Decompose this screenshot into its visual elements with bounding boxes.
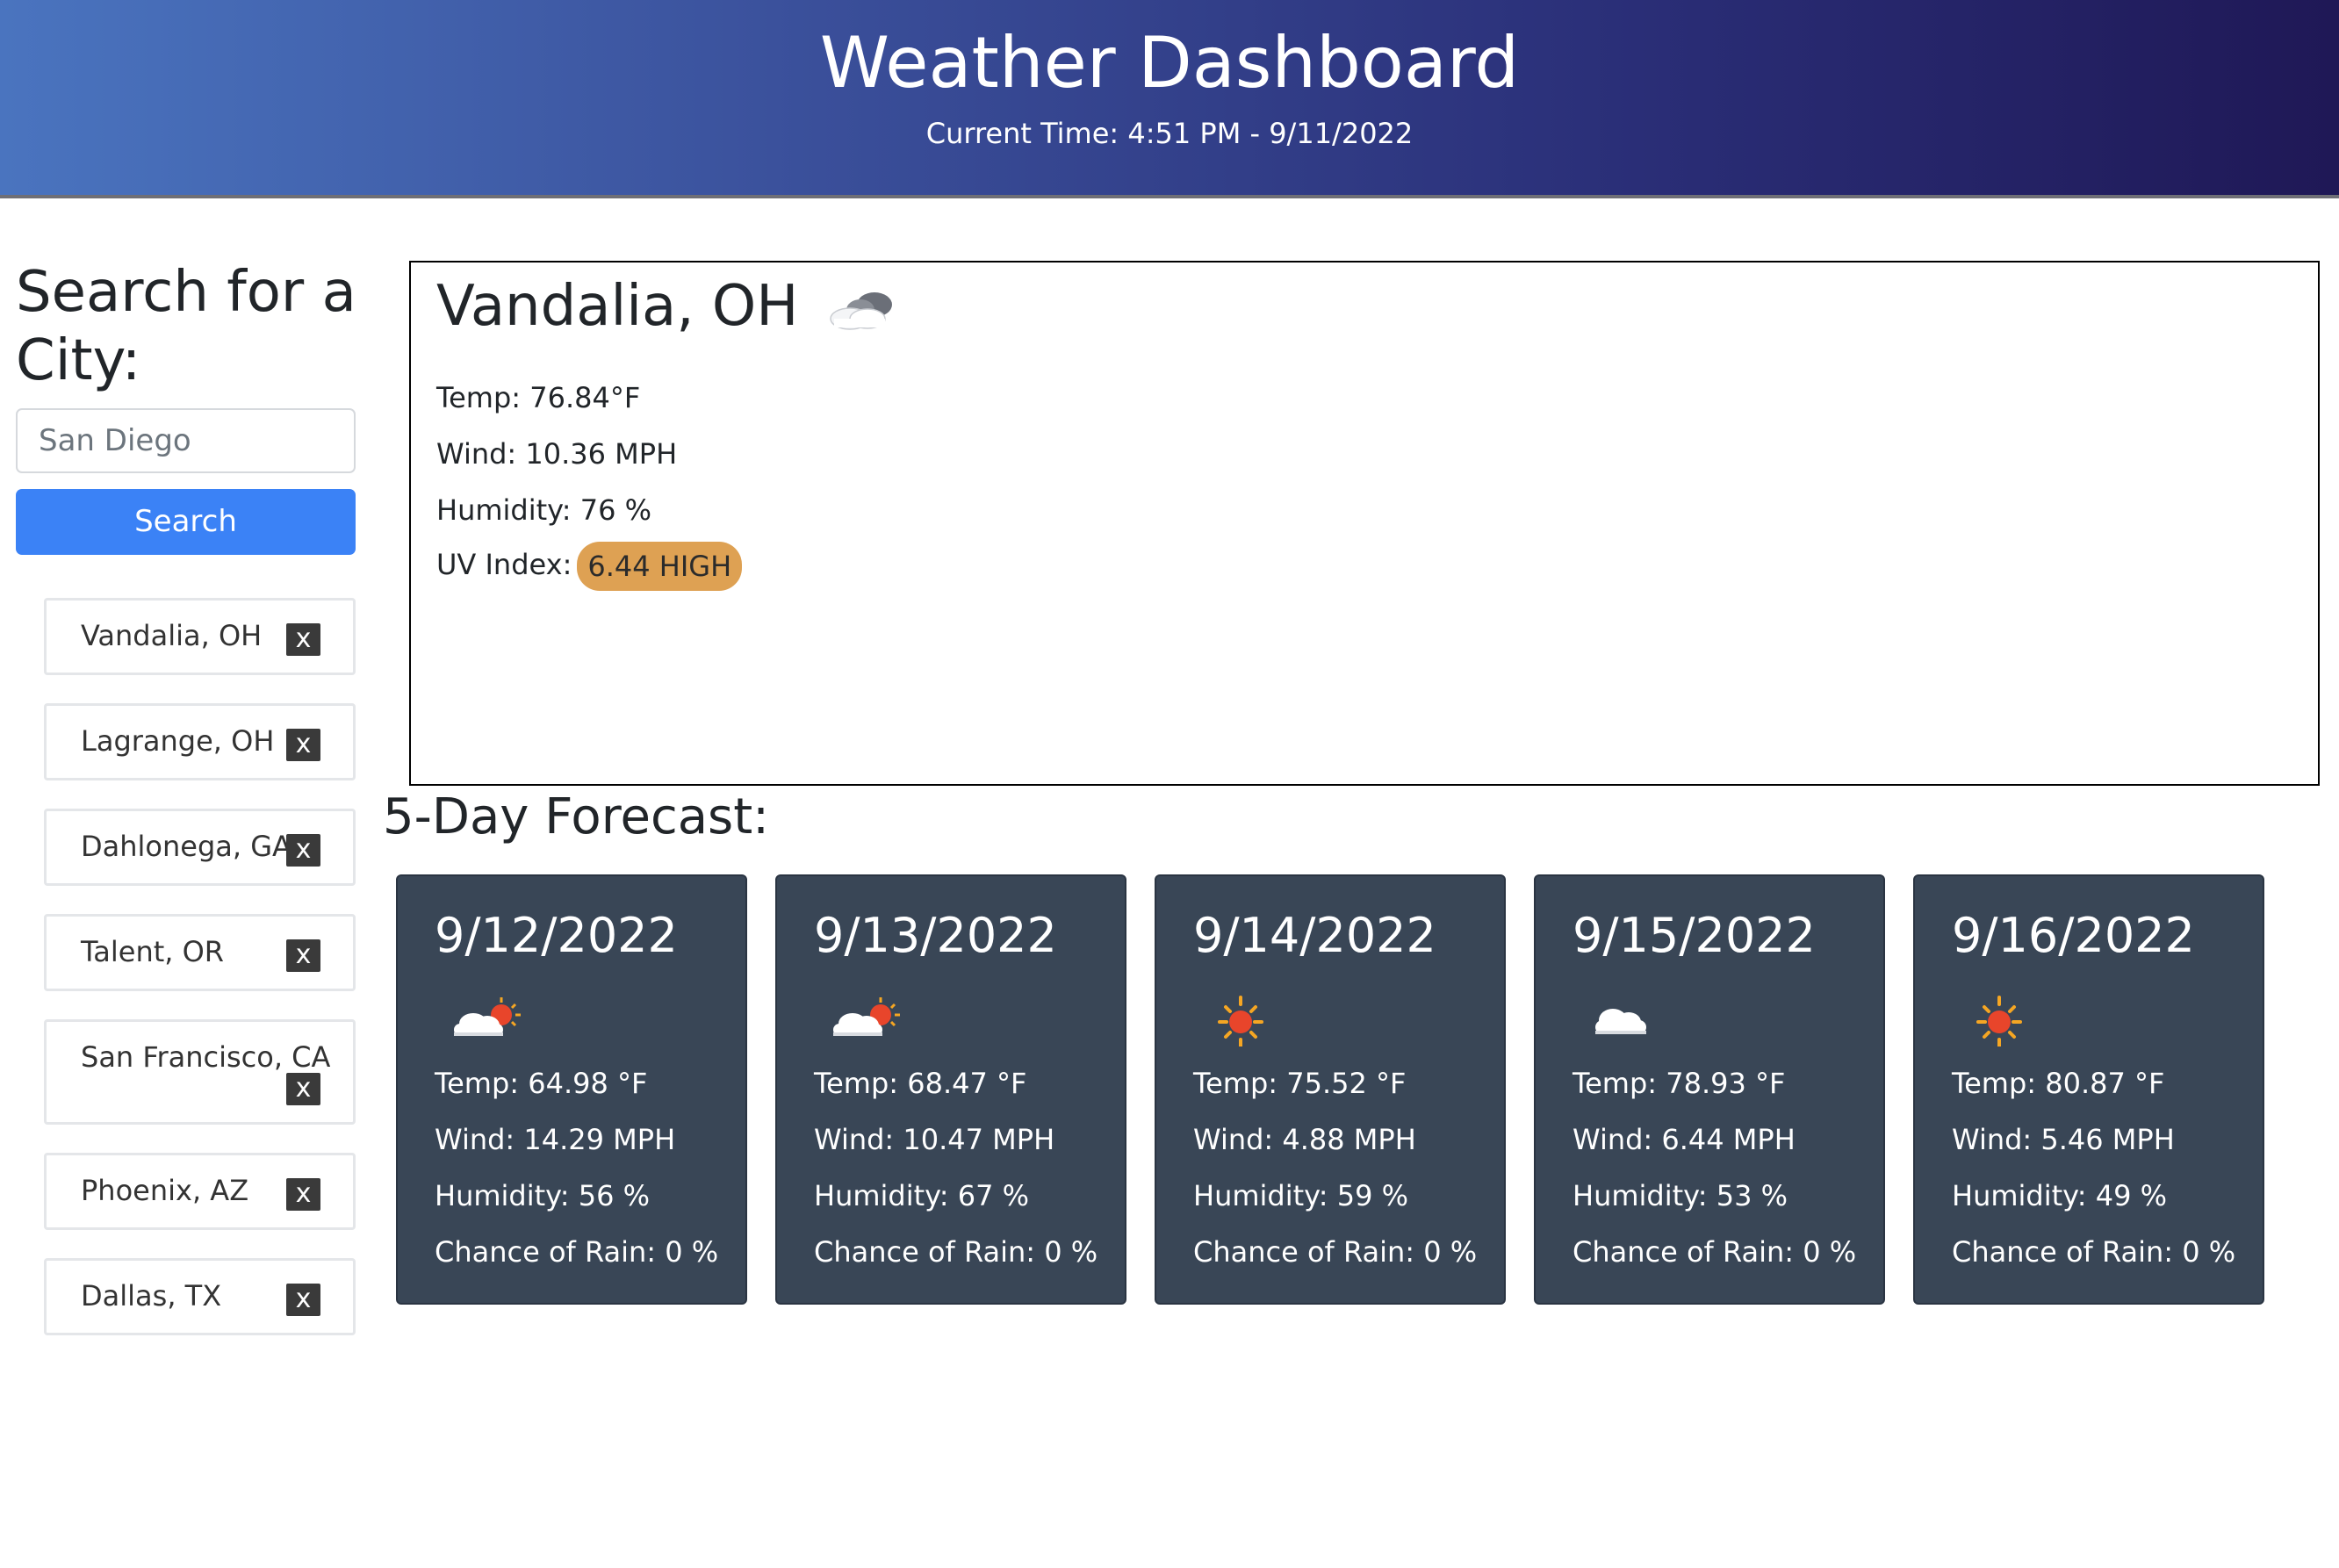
current-weather-card: Vandalia, OH Temp: 76.84°F Wind: 10.36 M…: [409, 261, 2320, 786]
current-time: Current Time: 4:51 PM - 9/11/2022: [925, 117, 1414, 150]
remove-history-button[interactable]: x: [286, 1284, 320, 1316]
forecast-rain: Chance of Rain: 0 %: [435, 1235, 719, 1269]
forecast-temp: Temp: 80.87 °F: [1952, 1067, 2165, 1100]
forecast-wind: Wind: 4.88 MPH: [1193, 1123, 1416, 1156]
history-item-label: Phoenix, AZ: [81, 1174, 249, 1207]
remove-history-button[interactable]: x: [286, 834, 320, 867]
forecast-card: 9/14/2022 Temp: 75.52 °F Wind: 4.88 MPH …: [1155, 874, 1506, 1305]
current-humidity: Humidity: 76 %: [436, 493, 652, 527]
forecast-card: 9/12/2022 Temp: 64.98 °F Wind: 14.29 MPH…: [396, 874, 747, 1305]
forecast-card: 9/15/2022 Temp: 78.93 °F Wind: 6.44 MPH …: [1534, 874, 1885, 1305]
current-temp: Temp: 76.84°F: [436, 381, 641, 414]
history-item-label: Dallas, TX: [81, 1279, 222, 1313]
history-item-san-francisco[interactable]: San Francisco, CA x: [44, 1019, 356, 1125]
history-item-talent[interactable]: Talent, OR x: [44, 914, 356, 991]
partly-cloudy-icon: [826, 994, 914, 1047]
forecast-heading: 5-Day Forecast:: [383, 788, 770, 845]
remove-history-button[interactable]: x: [286, 1178, 320, 1211]
forecast-date: 9/14/2022: [1193, 908, 1436, 963]
forecast-rain: Chance of Rain: 0 %: [1193, 1235, 1478, 1269]
forecast-temp: Temp: 75.52 °F: [1193, 1067, 1407, 1100]
uv-index-badge: 6.44 HIGH: [577, 542, 743, 591]
forecast-humidity: Humidity: 53 %: [1573, 1179, 1788, 1212]
forecast-humidity: Humidity: 49 %: [1952, 1179, 2168, 1212]
current-uv: UV Index: 6.44 HIGH: [436, 542, 743, 591]
forecast-wind: Wind: 10.47 MPH: [814, 1123, 1055, 1156]
current-city-heading: Vandalia, OH: [436, 271, 903, 342]
forecast-date: 9/12/2022: [435, 908, 678, 963]
current-city-name: Vandalia, OH: [436, 274, 799, 339]
history-item-label: Vandalia, OH: [81, 619, 263, 652]
forecast-date: 9/13/2022: [814, 908, 1057, 963]
history-item-lagrange[interactable]: Lagrange, OH x: [44, 703, 356, 780]
history-item-phoenix[interactable]: Phoenix, AZ x: [44, 1153, 356, 1230]
forecast-humidity: Humidity: 56 %: [435, 1179, 651, 1212]
remove-history-button[interactable]: x: [286, 623, 320, 656]
page-title: Weather Dashboard: [819, 22, 1520, 104]
remove-history-button[interactable]: x: [286, 939, 320, 972]
history-item-dallas[interactable]: Dallas, TX x: [44, 1258, 356, 1335]
forecast-wind: Wind: 5.46 MPH: [1952, 1123, 2175, 1156]
history-item-label: San Francisco, CA: [81, 1040, 331, 1074]
forecast-rain: Chance of Rain: 0 %: [1952, 1235, 2236, 1269]
forecast-temp: Temp: 78.93 °F: [1573, 1067, 1786, 1100]
forecast-card: 9/16/2022 Temp: 80.87 °F Wind: 5.46 MPH …: [1913, 874, 2264, 1305]
cloud-icon: [1585, 994, 1673, 1047]
remove-history-button[interactable]: x: [286, 1073, 320, 1105]
history-item-dahlonega[interactable]: Dahlonega, GA x: [44, 809, 356, 886]
forecast-humidity: Humidity: 67 %: [814, 1179, 1030, 1212]
uv-label: UV Index:: [436, 548, 572, 581]
forecast-wind: Wind: 14.29 MPH: [435, 1123, 676, 1156]
forecast-humidity: Humidity: 59 %: [1193, 1179, 1409, 1212]
partly-cloudy-icon: [447, 994, 535, 1047]
forecast-date: 9/16/2022: [1952, 908, 2195, 963]
search-button[interactable]: Search: [16, 489, 356, 555]
cloudy-icon: [824, 283, 903, 335]
history-item-label: Talent, OR: [81, 935, 225, 968]
forecast-wind: Wind: 6.44 MPH: [1573, 1123, 1796, 1156]
forecast-rain: Chance of Rain: 0 %: [1573, 1235, 1857, 1269]
forecast-rain: Chance of Rain: 0 %: [814, 1235, 1098, 1269]
sun-icon: [1205, 994, 1293, 1048]
search-heading: Search for a City:: [16, 260, 356, 393]
history-item-label: Dahlonega, GA: [81, 830, 291, 863]
history-item-vandalia[interactable]: Vandalia, OH x: [44, 598, 356, 675]
forecast-row: 9/12/2022 Temp: 64.98 °F Wind: 14.29 MPH…: [396, 874, 2319, 1305]
forecast-card: 9/13/2022 Temp: 68.47 °F Wind: 10.47 MPH…: [775, 874, 1126, 1305]
forecast-temp: Temp: 68.47 °F: [814, 1067, 1027, 1100]
page-header: Weather Dashboard Current Time: 4:51 PM …: [0, 0, 2339, 198]
city-search-input[interactable]: [16, 408, 356, 473]
remove-history-button[interactable]: x: [286, 729, 320, 761]
forecast-temp: Temp: 64.98 °F: [435, 1067, 648, 1100]
history-item-label: Lagrange, OH: [81, 724, 275, 758]
current-wind: Wind: 10.36 MPH: [436, 437, 678, 471]
sun-icon: [1964, 994, 2052, 1048]
forecast-date: 9/15/2022: [1573, 908, 1816, 963]
search-history-list: Vandalia, OH x Lagrange, OH x Dahlonega,…: [44, 598, 356, 1363]
